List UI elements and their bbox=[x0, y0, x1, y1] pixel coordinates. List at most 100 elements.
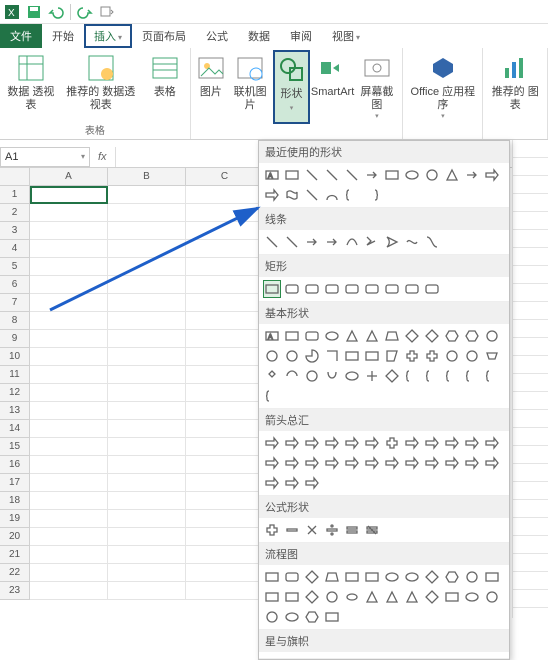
shape-option[interactable] bbox=[443, 568, 461, 586]
cell[interactable] bbox=[108, 528, 186, 546]
shape-option[interactable] bbox=[263, 568, 281, 586]
shape-option[interactable] bbox=[343, 588, 361, 606]
shape-option[interactable] bbox=[323, 608, 341, 626]
shape-option[interactable] bbox=[303, 233, 321, 251]
cell[interactable] bbox=[30, 546, 108, 564]
shape-option[interactable] bbox=[463, 434, 481, 452]
cell[interactable] bbox=[186, 510, 264, 528]
row-header[interactable]: 19 bbox=[0, 510, 30, 528]
shape-option[interactable] bbox=[283, 568, 301, 586]
shape-option[interactable] bbox=[263, 280, 281, 298]
shape-option[interactable] bbox=[403, 280, 421, 298]
shape-option[interactable] bbox=[443, 588, 461, 606]
shape-option[interactable] bbox=[383, 568, 401, 586]
shape-option[interactable] bbox=[383, 454, 401, 472]
shape-option[interactable] bbox=[383, 280, 401, 298]
shape-option[interactable] bbox=[303, 367, 321, 385]
shape-option[interactable] bbox=[483, 434, 501, 452]
cell[interactable] bbox=[30, 348, 108, 366]
shape-option[interactable] bbox=[323, 521, 341, 539]
undo-icon[interactable] bbox=[48, 4, 64, 20]
shape-option[interactable] bbox=[383, 367, 401, 385]
cell[interactable] bbox=[108, 438, 186, 456]
shape-option[interactable] bbox=[343, 434, 361, 452]
row-header[interactable]: 4 bbox=[0, 240, 30, 258]
shape-option[interactable] bbox=[283, 521, 301, 539]
row-header[interactable]: 3 bbox=[0, 222, 30, 240]
row-header[interactable]: 18 bbox=[0, 492, 30, 510]
shape-option[interactable] bbox=[483, 166, 501, 184]
shape-option[interactable] bbox=[383, 347, 401, 365]
shape-option[interactable] bbox=[343, 280, 361, 298]
shape-option[interactable] bbox=[303, 474, 321, 492]
shape-option[interactable] bbox=[263, 454, 281, 472]
picture-button[interactable]: 图片 bbox=[195, 50, 227, 124]
shape-option[interactable] bbox=[423, 434, 441, 452]
shape-option[interactable] bbox=[443, 454, 461, 472]
cell[interactable] bbox=[30, 222, 108, 240]
row-header[interactable]: 22 bbox=[0, 564, 30, 582]
cell[interactable] bbox=[186, 294, 264, 312]
shape-option[interactable] bbox=[423, 588, 441, 606]
row-header[interactable]: 2 bbox=[0, 204, 30, 222]
cell[interactable] bbox=[186, 564, 264, 582]
shape-option[interactable] bbox=[363, 327, 381, 345]
cell[interactable] bbox=[108, 420, 186, 438]
shape-option[interactable] bbox=[383, 327, 401, 345]
column-header[interactable]: A bbox=[30, 168, 108, 186]
row-header[interactable]: 9 bbox=[0, 330, 30, 348]
shape-option[interactable] bbox=[283, 327, 301, 345]
shape-option[interactable] bbox=[383, 233, 401, 251]
cell[interactable] bbox=[108, 294, 186, 312]
shape-option[interactable] bbox=[363, 434, 381, 452]
cell[interactable] bbox=[186, 258, 264, 276]
shape-option[interactable] bbox=[363, 367, 381, 385]
shape-option[interactable] bbox=[343, 454, 361, 472]
column-header[interactable]: C bbox=[186, 168, 264, 186]
cell[interactable] bbox=[186, 438, 264, 456]
shape-option[interactable] bbox=[403, 347, 421, 365]
shape-option[interactable] bbox=[343, 521, 361, 539]
shape-option[interactable] bbox=[423, 367, 441, 385]
shape-option[interactable] bbox=[463, 327, 481, 345]
shape-option[interactable] bbox=[443, 166, 461, 184]
table-button[interactable]: 表格 bbox=[144, 50, 186, 120]
shape-option[interactable] bbox=[403, 434, 421, 452]
office-apps-button[interactable]: Office 应用程序▾ bbox=[407, 50, 478, 124]
tab-file[interactable]: 文件 bbox=[0, 24, 42, 48]
cell[interactable] bbox=[30, 510, 108, 528]
shape-option[interactable] bbox=[403, 327, 421, 345]
cell[interactable] bbox=[30, 438, 108, 456]
shape-option[interactable] bbox=[463, 166, 481, 184]
shape-option[interactable] bbox=[303, 454, 321, 472]
shape-option[interactable] bbox=[403, 166, 421, 184]
cell[interactable] bbox=[30, 330, 108, 348]
cell[interactable] bbox=[30, 384, 108, 402]
cell[interactable] bbox=[108, 384, 186, 402]
shape-option[interactable] bbox=[263, 588, 281, 606]
shape-option[interactable] bbox=[463, 588, 481, 606]
shape-option[interactable] bbox=[403, 454, 421, 472]
shape-option[interactable] bbox=[483, 568, 501, 586]
shape-option[interactable] bbox=[303, 186, 321, 204]
tab-data[interactable]: 数据 bbox=[238, 24, 280, 48]
shape-option[interactable] bbox=[383, 588, 401, 606]
cell[interactable] bbox=[186, 528, 264, 546]
tab-formulas[interactable]: 公式 bbox=[196, 24, 238, 48]
shape-option[interactable] bbox=[323, 280, 341, 298]
shape-option[interactable] bbox=[263, 347, 281, 365]
shape-option[interactable] bbox=[283, 434, 301, 452]
cell[interactable] bbox=[30, 528, 108, 546]
shape-option[interactable] bbox=[363, 588, 381, 606]
cell[interactable] bbox=[30, 240, 108, 258]
shape-option[interactable] bbox=[303, 280, 321, 298]
shape-option[interactable] bbox=[283, 454, 301, 472]
cell[interactable] bbox=[186, 240, 264, 258]
shape-option[interactable] bbox=[423, 347, 441, 365]
shape-option[interactable] bbox=[403, 568, 421, 586]
row-header[interactable]: 1 bbox=[0, 186, 30, 204]
tab-view[interactable]: 视图▾ bbox=[322, 24, 370, 48]
shape-option[interactable] bbox=[343, 568, 361, 586]
shape-option[interactable] bbox=[263, 367, 281, 385]
cell[interactable] bbox=[108, 276, 186, 294]
